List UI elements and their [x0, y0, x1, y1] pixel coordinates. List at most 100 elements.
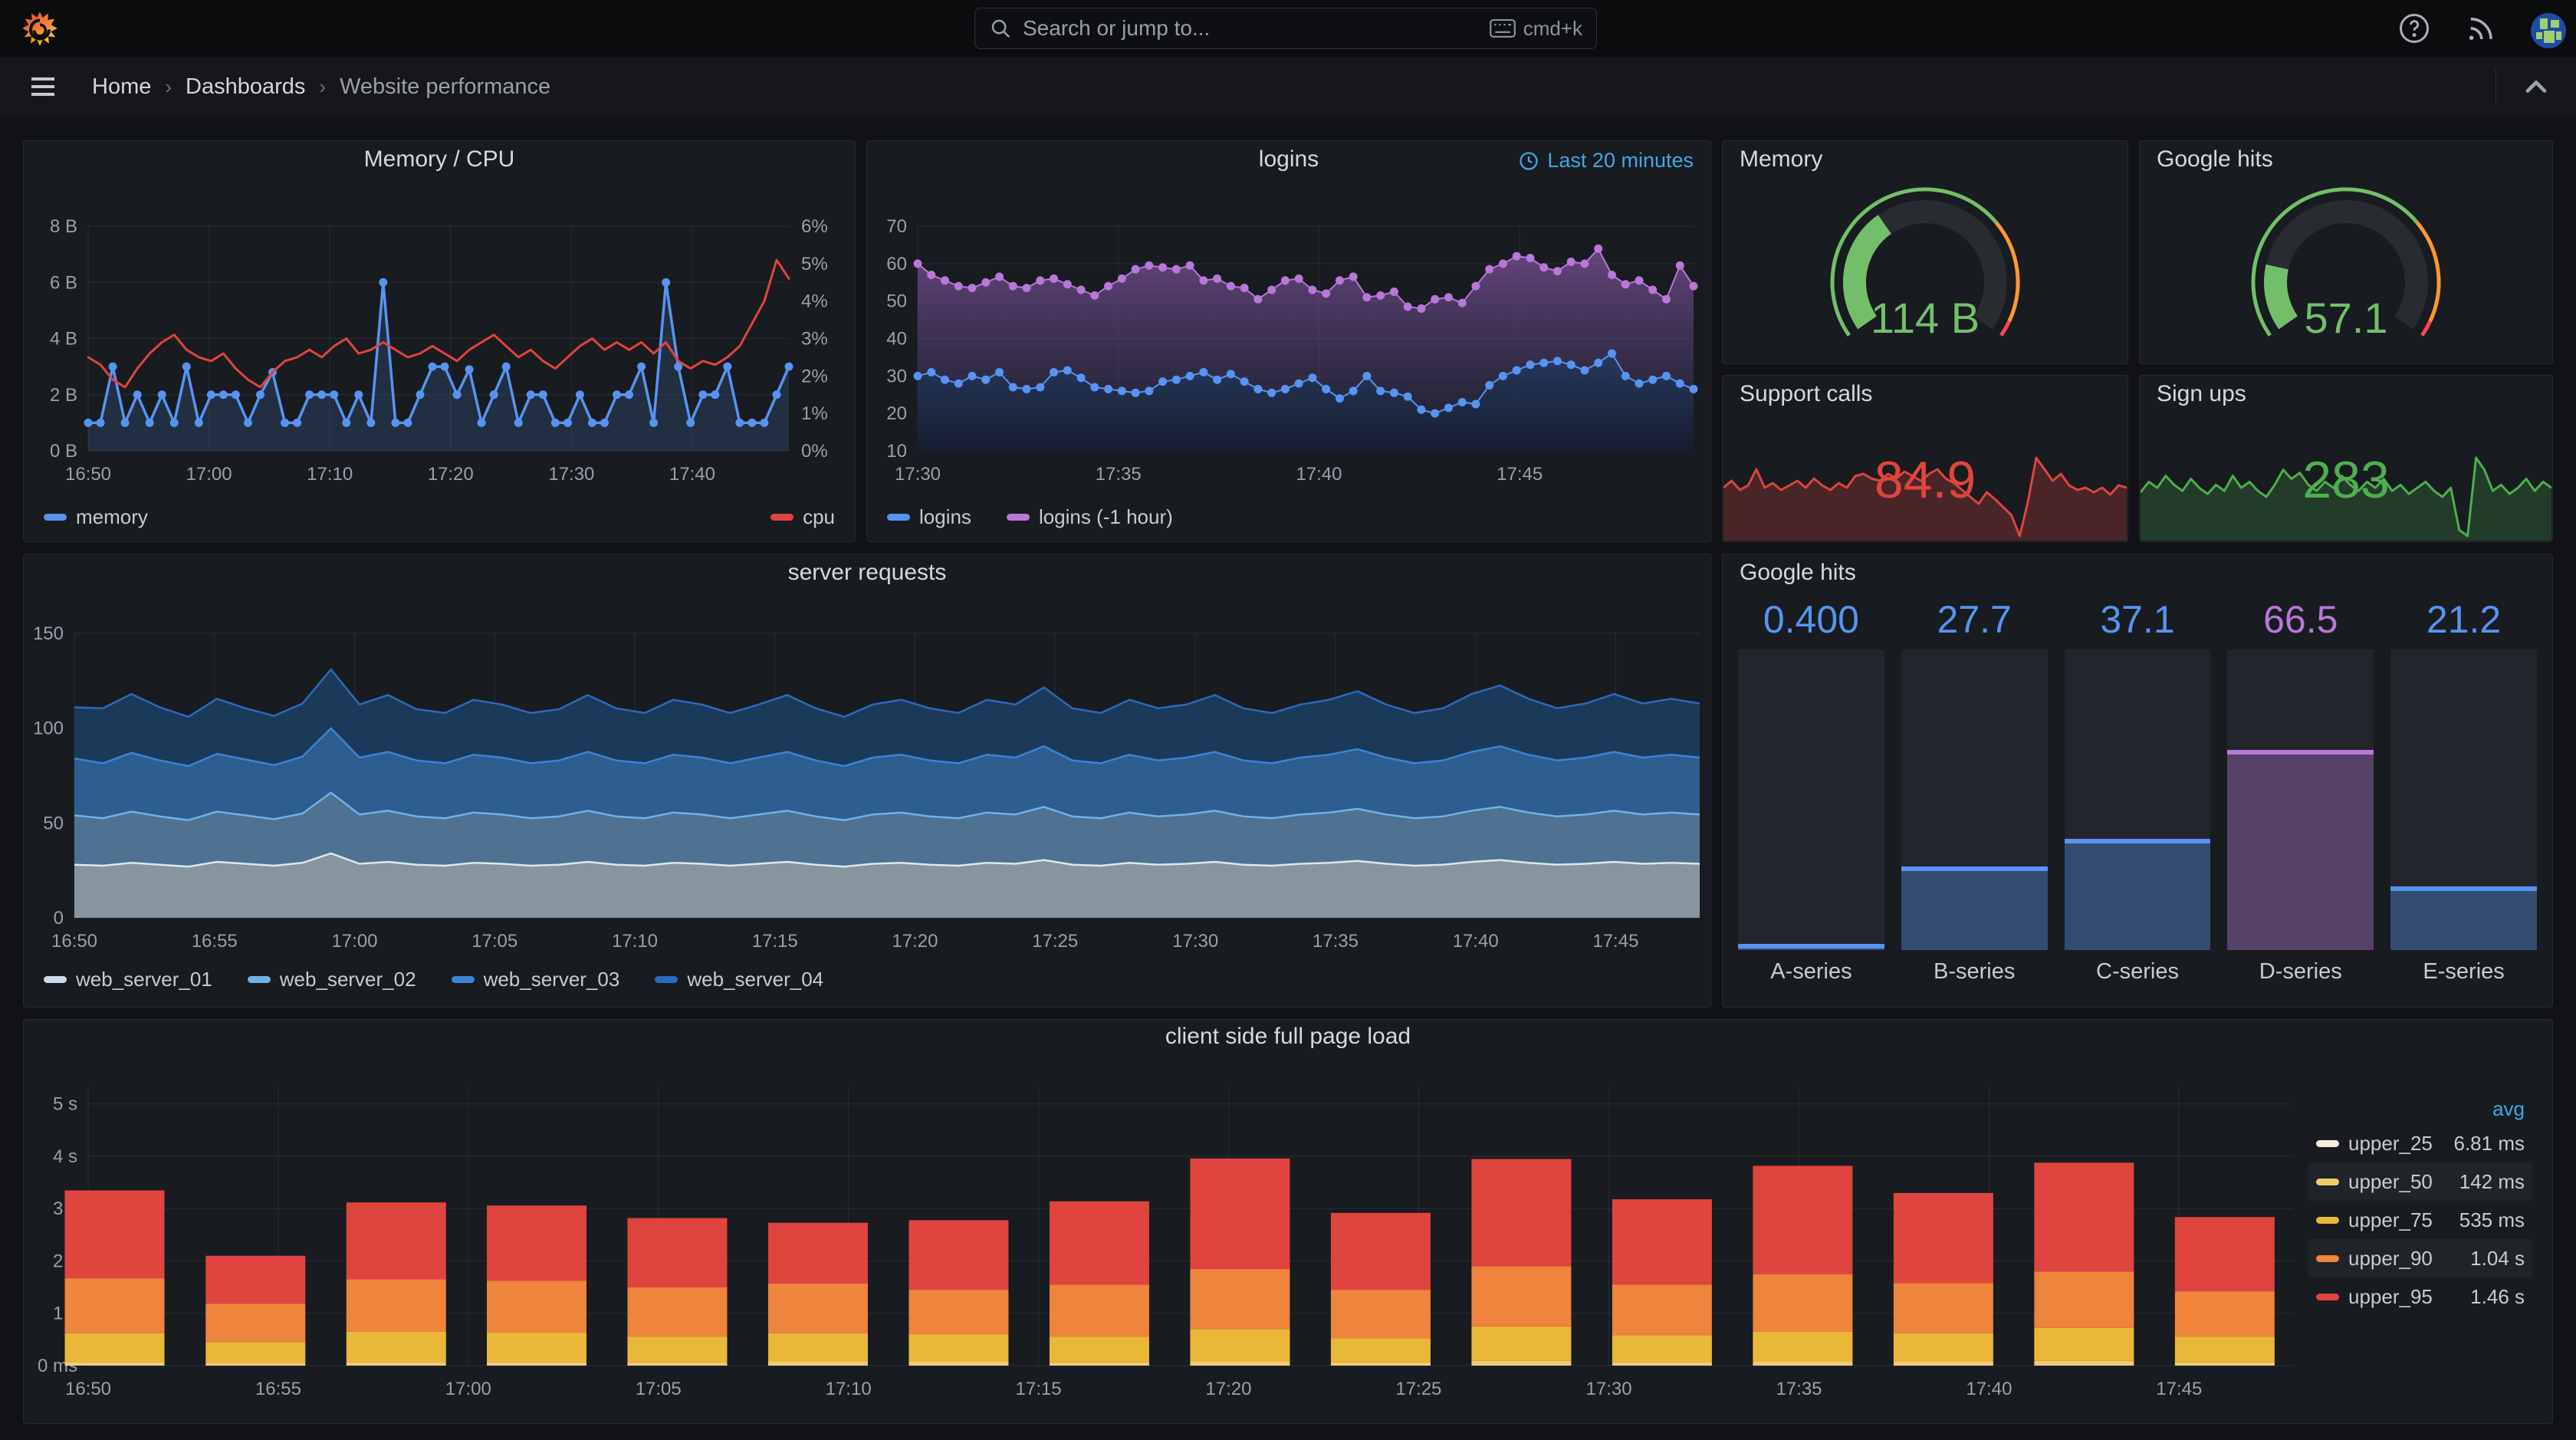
- news-rss-icon[interactable]: [2464, 12, 2496, 44]
- series-swatch: [770, 513, 794, 521]
- breadcrumb: Home › Dashboards › Website performance: [92, 74, 550, 100]
- stat-value: 84.9: [1874, 451, 1976, 509]
- panel-client-page-load: client side full page load 16:50 16:55 17:…: [23, 1019, 2553, 1424]
- legend-item-upper-50[interactable]: upper_50 142 ms: [2308, 1162, 2532, 1201]
- search-icon: [991, 19, 1010, 38]
- legend-item-logins[interactable]: logins: [887, 505, 971, 529]
- svg-text:5%: 5%: [801, 254, 828, 275]
- svg-text:0%: 0%: [801, 441, 828, 462]
- clock-icon: [1520, 151, 1539, 170]
- svg-text:17:30: 17:30: [1172, 931, 1218, 952]
- bar-gauge-label: E-series: [2423, 959, 2505, 984]
- svg-text:17:25: 17:25: [1032, 931, 1078, 952]
- svg-text:50: 50: [886, 291, 907, 312]
- help-icon[interactable]: [2398, 12, 2430, 44]
- bar-gauge-fill: [1738, 944, 1884, 950]
- svg-text:17:20: 17:20: [892, 931, 938, 952]
- bar-gauge-label: A-series: [1770, 959, 1852, 984]
- svg-text:17:30: 17:30: [895, 464, 941, 485]
- svg-text:17:10: 17:10: [826, 1379, 872, 1399]
- dashboard-canvas: Memory / CPU 16:50 17:00 17:10 17:20 17:30 17…: [0, 117, 2576, 1440]
- legend-item-upper-90[interactable]: upper_90 1.04 s: [2308, 1239, 2532, 1277]
- svg-text:17:45: 17:45: [2156, 1379, 2202, 1399]
- panel-title[interactable]: Support calls: [1723, 376, 2128, 413]
- bar-gauge-value: 0.400: [1763, 598, 1859, 641]
- menu-icon[interactable]: [28, 71, 58, 102]
- svg-text:16:55: 16:55: [192, 931, 238, 952]
- svg-text:17:05: 17:05: [636, 1379, 682, 1399]
- legend-item-web-server-04[interactable]: web_server_04: [655, 968, 823, 991]
- bar-gauge-label: D-series: [2259, 959, 2342, 984]
- memory-gauge: 114 B: [1830, 187, 2020, 342]
- series-swatch: [451, 975, 475, 983]
- bar-gauge-value: 66.5: [2263, 598, 2338, 641]
- bar-gauge-value: 21.2: [2426, 598, 2502, 641]
- memory-cpu-chart: 16:50 17:00 17:10 17:20 17:30 17:40 8 B 6 B 4 B 2…: [50, 216, 828, 485]
- server-requests-chart: 16:50 16:55 17:00 17:05 17:10 17:15 17:20 17:25…: [33, 623, 1700, 952]
- svg-text:17:10: 17:10: [612, 931, 658, 952]
- bar-gauge-track: [2064, 649, 2211, 950]
- svg-text:17:00: 17:00: [445, 1379, 491, 1399]
- svg-text:17:40: 17:40: [1453, 931, 1499, 952]
- svg-text:17:40: 17:40: [669, 464, 715, 485]
- legend-item-upper-95[interactable]: upper_95 1.46 s: [2308, 1277, 2532, 1316]
- top-navigation: Search or jump to... cmd+k: [0, 0, 2576, 57]
- svg-text:17:35: 17:35: [1313, 931, 1359, 952]
- svg-text:4 B: 4 B: [50, 329, 77, 350]
- svg-text:17:35: 17:35: [1096, 464, 1142, 485]
- panel-title[interactable]: server requests: [24, 554, 1710, 591]
- panel-title[interactable]: Google hits: [2140, 141, 2552, 178]
- svg-text:100: 100: [33, 718, 64, 739]
- legend-item-web-server-02[interactable]: web_server_02: [247, 968, 416, 991]
- series-swatch: [44, 513, 67, 521]
- legend-item-logins-1h[interactable]: logins (-1 hour): [1006, 505, 1173, 529]
- svg-text:70: 70: [886, 216, 907, 237]
- breadcrumb-current: Website performance: [340, 74, 551, 99]
- svg-text:60: 60: [886, 254, 907, 275]
- chevron-up-icon[interactable]: [2519, 70, 2553, 104]
- legend-item-web-server-01[interactable]: web_server_01: [44, 968, 212, 991]
- breadcrumb-dashboards[interactable]: Dashboards: [186, 74, 305, 100]
- svg-text:16:50: 16:50: [65, 1379, 111, 1399]
- panel-title[interactable]: client side full page load: [24, 1020, 2552, 1054]
- svg-text:4%: 4%: [801, 291, 828, 312]
- svg-text:17:20: 17:20: [428, 464, 474, 485]
- series-swatch: [887, 513, 910, 521]
- svg-text:3%: 3%: [801, 329, 828, 350]
- legend-item-upper-75[interactable]: upper_75 535 ms: [2308, 1201, 2532, 1239]
- bar-gauge-track: [2390, 649, 2537, 950]
- svg-text:17:40: 17:40: [1296, 464, 1342, 485]
- svg-text:17:45: 17:45: [1497, 464, 1543, 485]
- logins-chart: 17:30 17:35 17:40 17:45 70 60 50 40 30 20 10: [886, 216, 1698, 485]
- panel-title[interactable]: Sign ups: [2140, 376, 2552, 413]
- svg-text:20: 20: [886, 403, 907, 424]
- panel-title[interactable]: Memory / CPU: [24, 141, 855, 178]
- legend-header-avg[interactable]: avg: [2308, 1093, 2532, 1124]
- legend-item-memory[interactable]: memory: [44, 505, 148, 529]
- keyboard-icon: [1489, 18, 1516, 38]
- series-swatch: [2316, 1254, 2339, 1262]
- series-swatch: [1006, 513, 1030, 521]
- legend-item-web-server-03[interactable]: web_server_03: [451, 968, 619, 991]
- series-swatch: [2316, 1293, 2339, 1300]
- svg-text:17:00: 17:00: [331, 931, 377, 952]
- legend-item-cpu[interactable]: cpu: [770, 505, 835, 529]
- user-avatar[interactable]: [2530, 12, 2566, 48]
- breadcrumb-home[interactable]: Home: [92, 74, 151, 100]
- panel-title[interactable]: Google hits: [1723, 554, 2552, 591]
- grafana-logo[interactable]: [20, 8, 60, 48]
- svg-text:17:25: 17:25: [1395, 1379, 1441, 1399]
- search-input[interactable]: Search or jump to... cmd+k: [974, 8, 1597, 49]
- time-range-button[interactable]: Last 20 minutes: [1518, 149, 1694, 173]
- svg-text:17:05: 17:05: [472, 931, 518, 952]
- panel-gauge-google-hits: Google hits 57.1: [2139, 140, 2553, 364]
- panel-title[interactable]: Memory: [1723, 141, 2128, 178]
- svg-text:16:55: 16:55: [255, 1379, 301, 1399]
- svg-text:6%: 6%: [801, 216, 828, 237]
- svg-text:114 B: 114 B: [1871, 294, 1980, 342]
- bar-gauge-fill: [1901, 866, 2048, 950]
- svg-text:4 s: 4 s: [53, 1146, 77, 1167]
- bar-gauge-label: B-series: [1934, 959, 2016, 984]
- svg-text:17:15: 17:15: [1016, 1379, 1062, 1399]
- legend-item-upper-25[interactable]: upper_25 6.81 ms: [2308, 1124, 2532, 1162]
